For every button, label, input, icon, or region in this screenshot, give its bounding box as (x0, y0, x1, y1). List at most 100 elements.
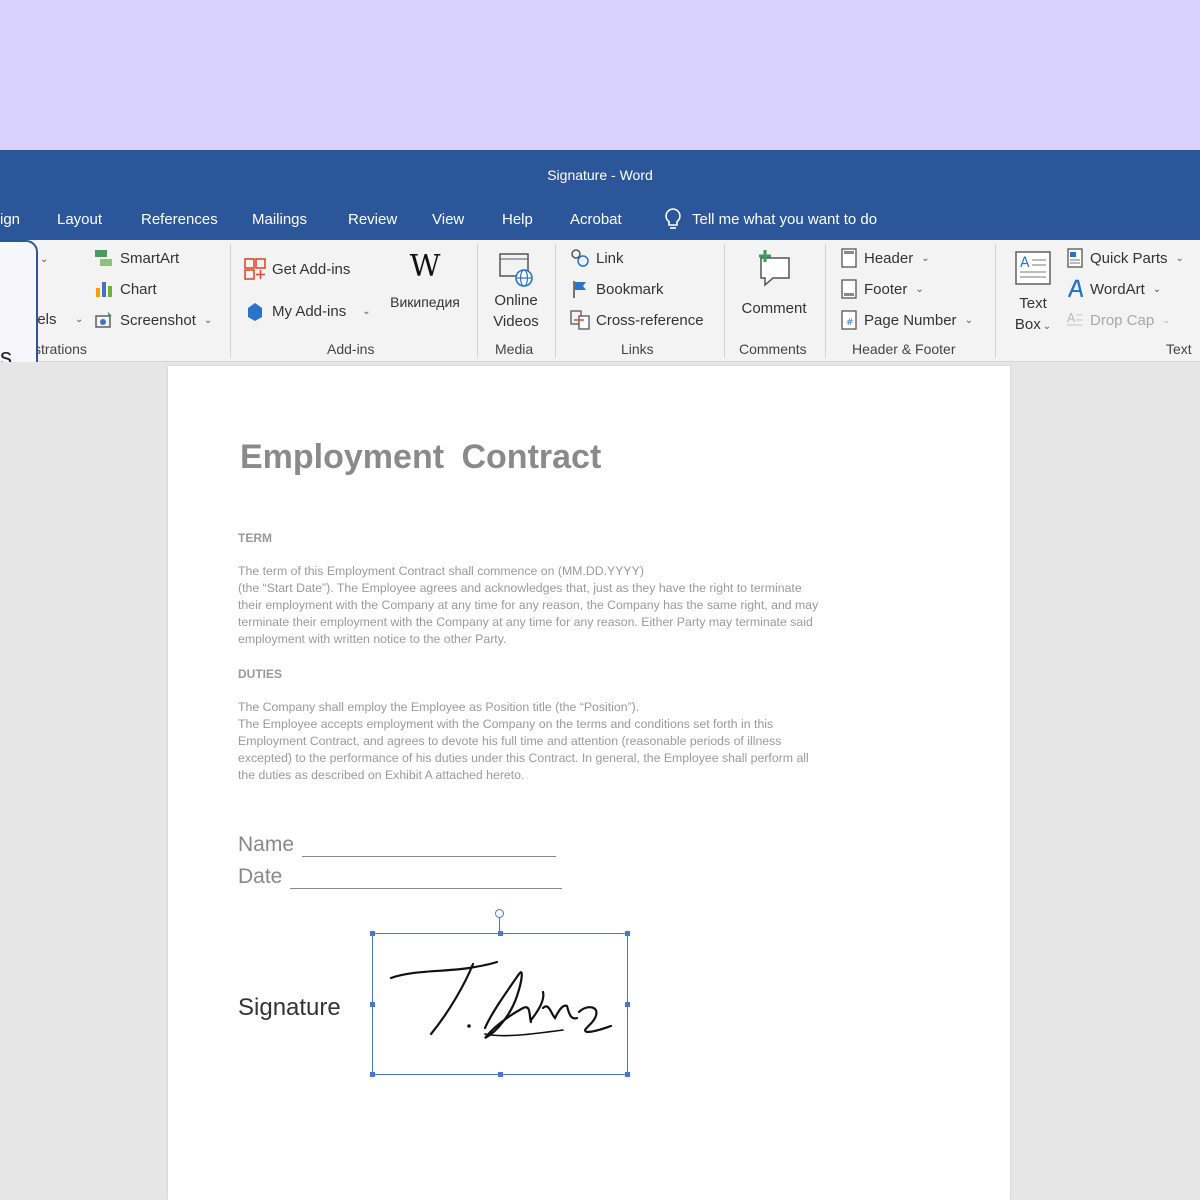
group-label-media: Media (495, 341, 534, 357)
duties-paragraph: The Company shall employ the Employee as… (238, 700, 809, 782)
cross-reference-icon (570, 310, 590, 330)
smartart-icon (95, 250, 112, 266)
duties-heading: DUTIES (238, 667, 283, 681)
resize-handle[interactable] (625, 1002, 630, 1007)
chevron-down-icon[interactable]: ⌄ (915, 284, 923, 295)
group-separator (230, 244, 231, 358)
svg-text:A: A (1067, 311, 1076, 325)
group-separator (825, 244, 826, 358)
group-separator (724, 244, 725, 358)
group-separator (995, 244, 996, 358)
rotate-handle[interactable] (495, 909, 504, 918)
document-page[interactable]: Employment Contract TERM The term of thi… (168, 366, 1010, 1200)
chevron-down-icon[interactable]: ⌄ (965, 315, 973, 326)
comment-plus-icon (759, 250, 790, 287)
chevron-down-icon[interactable]: ⌄ (362, 306, 370, 317)
my-addins-icon (248, 303, 262, 321)
resize-handle[interactable] (370, 931, 375, 936)
footer-icon (841, 279, 857, 299)
wikipedia-button[interactable]: W Википедия (384, 250, 466, 313)
wordart-button[interactable]: WordArt ⌄ (1066, 279, 1161, 299)
group-separator (477, 244, 478, 358)
tab-acrobat[interactable]: Acrobat (570, 211, 622, 228)
chevron-down-icon[interactable]: ⌄ (40, 254, 48, 265)
bookmark-flag-icon (573, 281, 586, 298)
get-addins-button[interactable]: Get Add-ins (244, 258, 350, 280)
text-box-icon: A (1015, 251, 1051, 285)
term-paragraph: The term of this Employment Contract sha… (238, 564, 819, 646)
chevron-down-icon[interactable]: ⌄ (1153, 284, 1161, 295)
quick-parts-icon (1067, 248, 1083, 268)
svg-text:A: A (1020, 255, 1030, 271)
chevron-down-icon[interactable]: ⌄ (1162, 315, 1170, 326)
resize-handle[interactable] (498, 1072, 503, 1077)
screenshot-icon (95, 312, 112, 328)
chart-button[interactable]: Chart (94, 279, 157, 299)
group-separator (555, 244, 556, 358)
wikipedia-icon: W (409, 249, 441, 284)
tab-review[interactable]: Review (348, 211, 397, 228)
online-video-icon (499, 253, 533, 287)
quick-parts-button[interactable]: Quick Parts ⌄ (1066, 248, 1184, 268)
group-label-illustrations: strations (34, 341, 87, 357)
wordart-icon (1067, 279, 1084, 298)
text-box-button[interactable]: A Text Box ⌄ (1008, 250, 1058, 337)
store-icon (244, 258, 266, 280)
header-icon (841, 248, 857, 268)
tab-references[interactable]: References (141, 211, 218, 228)
chevron-down-icon[interactable]: ⌄ (1043, 321, 1051, 332)
lightbulb-icon (665, 208, 681, 229)
drop-cap-icon: A (1067, 311, 1083, 326)
link-icon (571, 249, 589, 267)
date-field[interactable]: Date (238, 865, 563, 889)
page-number-button[interactable]: # Page Number ⌄ (840, 310, 973, 330)
window-title: Signature - Word (547, 167, 653, 183)
tab-layout[interactable]: Layout (57, 211, 102, 228)
group-label-addins: Add-ins (327, 341, 375, 357)
handwritten-signature (389, 960, 613, 1039)
footer-button[interactable]: Footer ⌄ (840, 279, 924, 299)
name-field[interactable]: Name (238, 833, 557, 857)
term-heading: TERM (238, 531, 272, 545)
link-button[interactable]: Link (570, 248, 624, 268)
tab-mailings[interactable]: Mailings (252, 211, 307, 228)
new-comment-button[interactable]: Comment (735, 248, 813, 319)
chevron-down-icon[interactable]: ⌄ (75, 314, 83, 325)
resize-handle[interactable] (498, 931, 503, 936)
group-label-comments: Comments (739, 341, 807, 357)
page-number-icon: # (841, 310, 857, 330)
screenshot-button[interactable]: Screenshot ⌄ (94, 310, 212, 330)
smartart-button[interactable]: SmartArt (94, 248, 179, 268)
cross-reference-button[interactable]: Cross-reference (570, 310, 704, 330)
resize-handle[interactable] (625, 931, 630, 936)
title-bar: Signature - Word (0, 150, 1200, 200)
chevron-down-icon[interactable]: ⌄ (921, 253, 929, 264)
chevron-down-icon[interactable]: ⌄ (204, 315, 212, 326)
online-videos-button[interactable]: Online Videos (486, 250, 546, 332)
resize-handle[interactable] (625, 1072, 630, 1077)
tab-view[interactable]: View (432, 211, 464, 228)
group-label-text: Text (1166, 341, 1192, 357)
ribbon-insert: ⌄ SmartArt Chart lels ⌄ Screenshot ⌄ str… (0, 240, 1200, 362)
tab-help[interactable]: Help (502, 211, 533, 228)
drop-cap-button[interactable]: A Drop Cap ⌄ (1066, 310, 1171, 330)
resize-handle[interactable] (370, 1002, 375, 1007)
date-underline (290, 869, 563, 889)
resize-handle[interactable] (370, 1072, 375, 1077)
name-underline (302, 837, 557, 857)
bookmark-button[interactable]: Bookmark (570, 279, 664, 299)
header-button[interactable]: Header ⌄ (840, 248, 930, 268)
signature-label: Signature (238, 994, 341, 1021)
group-label-links: Links (621, 341, 654, 357)
chart-icon (96, 282, 112, 297)
tell-me-search[interactable]: Tell me what you want to do (662, 207, 877, 231)
my-addins-button[interactable]: My Add-ins ⌄ (244, 300, 371, 322)
signature-image[interactable] (370, 931, 630, 1077)
ribbon-tabs: ign Layout References Mailings Review Vi… (0, 200, 1200, 240)
group-label-header-footer: Header & Footer (852, 341, 956, 357)
document-title: Employment Contract (240, 438, 602, 476)
svg-text:#: # (846, 318, 854, 328)
tell-me-text: Tell me what you want to do (692, 210, 878, 228)
chevron-down-icon[interactable]: ⌄ (1176, 253, 1184, 264)
tab-design[interactable]: ign (0, 211, 20, 228)
